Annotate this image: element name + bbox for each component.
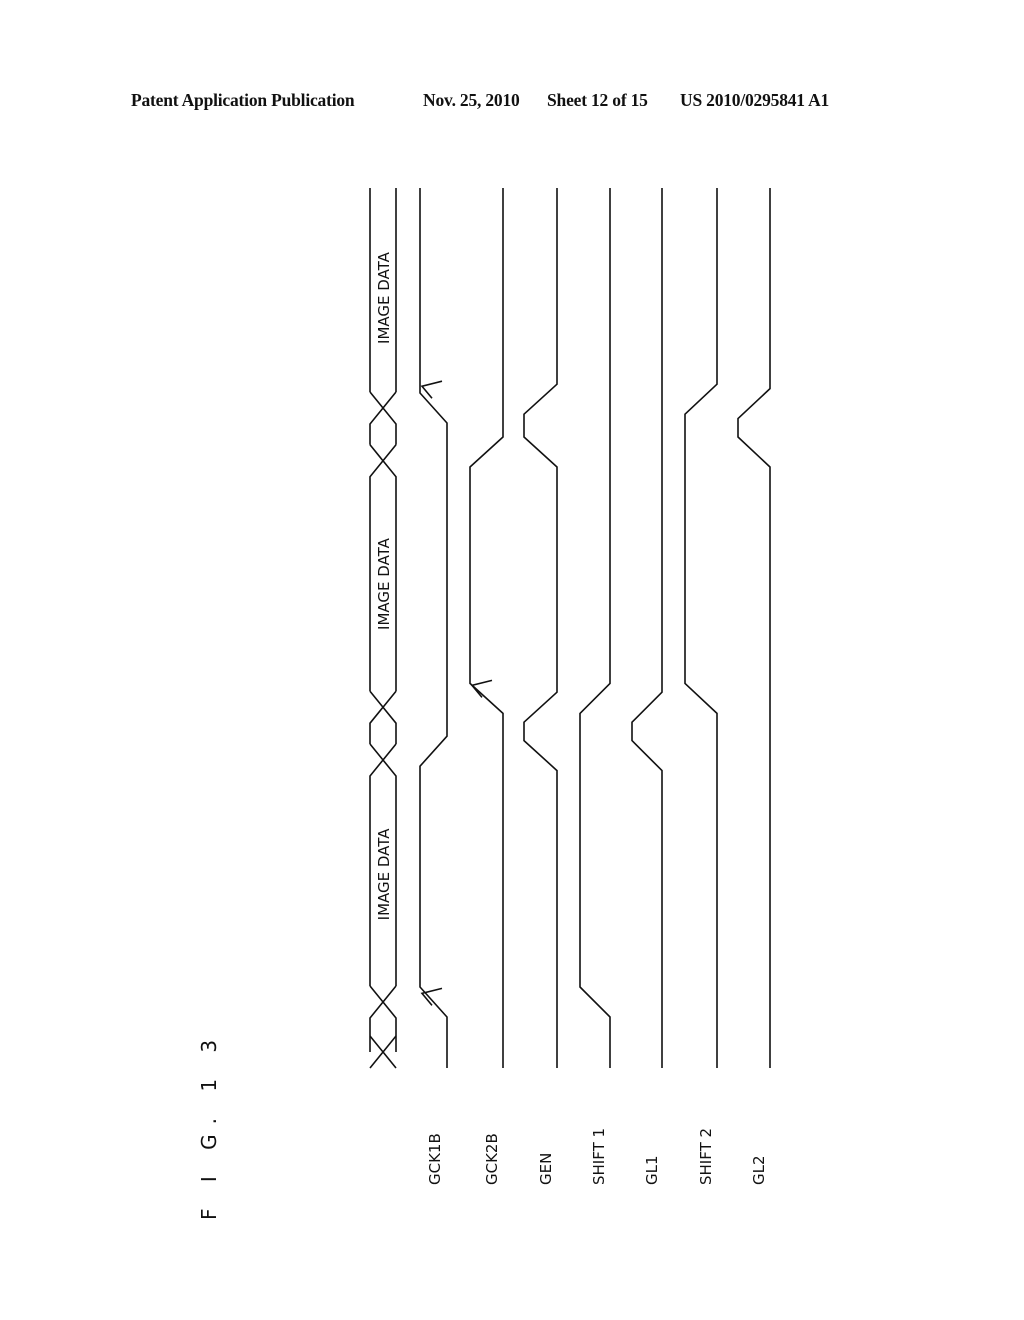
waveform-gl2 [737, 188, 771, 1068]
waveform-shift2 [684, 188, 718, 1068]
figure-label: F I G. 1 3 [197, 1030, 221, 1220]
signal-waveforms [419, 188, 771, 1068]
data-bus: IMAGE DATA IMAGE DATA IMAGE DATA [369, 188, 397, 1069]
signal-label: GL2 [750, 1155, 768, 1185]
waveform-gl1 [631, 188, 663, 1068]
signal-label: GEN [537, 1153, 555, 1185]
signal-label: SHIFT 1 [590, 1128, 608, 1185]
waveform-shift1 [579, 188, 611, 1068]
causality-arrow-icon [420, 380, 443, 399]
waveform-gen [523, 188, 558, 1068]
signal-labels: GCK1B GCK2B GEN SHIFT 1 GL1 SHIFT 2 GL2 [426, 1128, 768, 1185]
causality-arrow-icon [420, 987, 443, 1006]
bus-segment-label: IMAGE DATA [375, 537, 393, 630]
bus-segment-label: IMAGE DATA [375, 251, 393, 344]
signal-label: SHIFT 2 [697, 1128, 715, 1185]
waveform-gck2b [469, 188, 504, 1068]
signal-label: GL1 [643, 1155, 661, 1185]
signal-label: GCK2B [483, 1133, 501, 1185]
bus-crossing [369, 1035, 397, 1069]
signal-label: GCK1B [426, 1133, 444, 1185]
timing-diagram: F I G. 1 3 IMAGE DATAIMAGE DATAIMAGE DAT… [197, 188, 771, 1220]
bus-segment-label: IMAGE DATA [375, 828, 393, 921]
waveform-gck1b [419, 188, 448, 1068]
